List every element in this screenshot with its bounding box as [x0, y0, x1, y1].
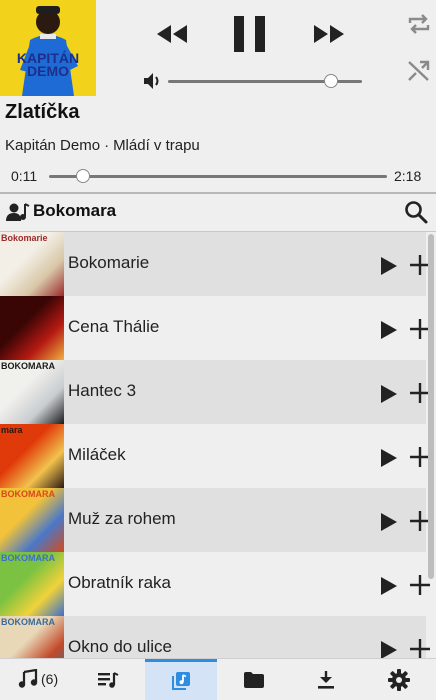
artist-name: Bokomara: [33, 201, 117, 220]
album-title: Muž za rohem: [68, 509, 176, 528]
album-cover-art: [0, 0, 96, 96]
album-thumbnail-text: mara: [1, 425, 23, 435]
library-icon: [172, 672, 190, 690]
album-thumbnail: BOKOMARA: [0, 488, 64, 552]
previous-icon[interactable]: [155, 23, 189, 45]
artist-link[interactable]: Kapitán Demo: [5, 137, 100, 154]
folder-icon: [244, 671, 264, 688]
album-row[interactable]: Cena Thálie: [0, 296, 430, 360]
divider: [0, 192, 436, 194]
scrollbar[interactable]: [428, 234, 434, 579]
volume-icon[interactable]: [143, 72, 163, 90]
play-icon[interactable]: [380, 640, 398, 658]
tab-settings[interactable]: [363, 659, 435, 700]
album-thumbnail-text: BOKOMARA: [1, 489, 55, 499]
album-list[interactable]: Bokomarie Bokomarie Cena Thálie BOKOMARA Han…: [0, 232, 436, 658]
seek-slider[interactable]: [49, 169, 387, 183]
album-row[interactable]: mara Miláček: [0, 424, 430, 488]
tab-now-playing[interactable]: (6): [0, 659, 72, 700]
play-icon[interactable]: [380, 576, 398, 596]
album-thumbnail-text: BOKOMARA: [1, 617, 55, 627]
album-row[interactable]: BOKOMARA Hantec 3: [0, 360, 430, 424]
album-title: Miláček: [68, 445, 126, 464]
album-title: Okno do ulice: [68, 637, 172, 656]
album-row[interactable]: BOKOMARA Obratník raka: [0, 552, 430, 616]
album-title: Obratník raka: [68, 573, 171, 592]
tab-playlist[interactable]: [72, 659, 144, 700]
cover-line-2: DEMO: [27, 63, 69, 79]
bottom-nav: (6): [0, 658, 436, 700]
tab-downloads[interactable]: [290, 659, 362, 700]
next-icon[interactable]: [312, 23, 346, 45]
tab-folders[interactable]: [218, 659, 290, 700]
shuffle-icon[interactable]: [406, 58, 432, 84]
artist-icon: [6, 203, 30, 221]
tab-library[interactable]: [145, 659, 217, 700]
album-title: Bokomarie: [68, 253, 150, 272]
album-thumbnail: [0, 296, 64, 360]
volume-knob[interactable]: [323, 74, 338, 88]
album-thumbnail: BOKOMARA: [0, 360, 64, 424]
album-title: Cena Thálie: [68, 317, 160, 336]
seek-track: [49, 175, 387, 178]
album-title: Hantec 3: [68, 381, 137, 400]
song-meta: Kapitán Demo · Mládí v trapu: [5, 137, 200, 154]
play-icon[interactable]: [380, 256, 398, 276]
meta-separator: ·: [104, 137, 110, 154]
album-thumbnail: BOKOMARA: [0, 552, 64, 616]
search-icon[interactable]: [404, 200, 428, 224]
add-icon[interactable]: [408, 637, 432, 658]
playlist-icon: [98, 671, 119, 688]
play-icon[interactable]: [380, 320, 398, 340]
seek-knob[interactable]: [76, 169, 91, 183]
album-cover[interactable]: KAPITÁN DEMO: [0, 0, 96, 96]
play-icon[interactable]: [380, 448, 398, 468]
album-row[interactable]: BOKOMARA Muž za rohem: [0, 488, 430, 552]
song-title: Zlatíčka: [5, 101, 80, 123]
play-icon[interactable]: [380, 512, 398, 532]
play-icon[interactable]: [380, 384, 398, 404]
queue-count: (6): [41, 671, 59, 687]
album-row[interactable]: Bokomarie Bokomarie: [0, 232, 430, 296]
elapsed-time: 0:11: [11, 168, 38, 184]
album-thumbnail: BOKOMARA: [0, 616, 64, 658]
album-row[interactable]: BOKOMARA Okno do ulice: [0, 616, 430, 658]
album-thumbnail: mara: [0, 424, 64, 488]
cover-title: KAPITÁN DEMO: [0, 51, 96, 79]
total-time: 2:18: [394, 168, 422, 184]
music-note-icon: [18, 669, 38, 688]
album-thumbnail: Bokomarie: [0, 232, 64, 296]
download-icon: [318, 670, 334, 689]
repeat-icon[interactable]: [406, 12, 432, 36]
album-thumbnail-text: BOKOMARA: [1, 553, 55, 563]
album-thumbnail-text: BOKOMARA: [1, 361, 55, 371]
pause-icon[interactable]: [233, 15, 267, 53]
album-thumbnail-text: Bokomarie: [1, 233, 48, 243]
volume-slider[interactable]: [168, 74, 362, 88]
settings-icon: [388, 668, 410, 691]
album-link[interactable]: Mládí v trapu: [113, 137, 200, 154]
